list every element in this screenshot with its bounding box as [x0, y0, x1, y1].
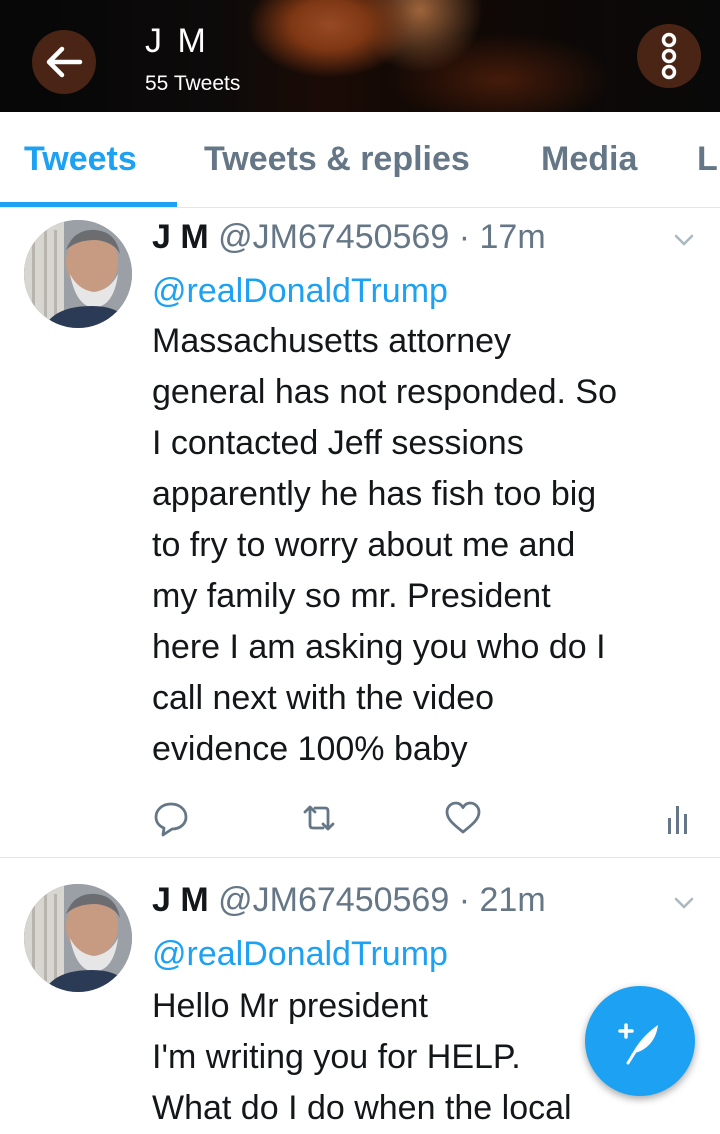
- tweet-time: 17m: [479, 218, 546, 256]
- tweet[interactable]: J M @JM67450569 · 17m @realDonaldTrump M…: [0, 208, 720, 858]
- arrow-left-icon: [46, 46, 83, 78]
- reply-icon[interactable]: [151, 798, 191, 838]
- profile-tabs: Tweets Tweets & replies Media L: [0, 112, 720, 208]
- tweet-text-line: general has not responded. So: [152, 373, 618, 411]
- tweet-text-line: Massachusetts attorney: [152, 322, 512, 360]
- chevron-down-icon[interactable]: [670, 893, 698, 913]
- tab-tweets[interactable]: Tweets: [24, 140, 137, 179]
- back-button[interactable]: [32, 30, 96, 94]
- tweet-text-line: here I am asking you who do I: [152, 628, 606, 666]
- profile-header: J M 55 Tweets: [0, 0, 720, 112]
- tweet-text-line: I contacted Jeff sessions: [152, 424, 524, 462]
- retweet-icon[interactable]: [299, 798, 339, 838]
- tweet-text-line: evidence 100% baby: [152, 730, 468, 768]
- more-options-button[interactable]: [637, 24, 701, 88]
- tab-media[interactable]: Media: [541, 140, 637, 179]
- header-separator: ·: [458, 881, 471, 919]
- compose-tweet-icon: [618, 1023, 658, 1065]
- tweet-text-line: to fry to worry about me and: [152, 526, 576, 564]
- tweet-text: Massachusetts attorney general has not r…: [152, 316, 700, 775]
- more-vertical-icon: [661, 32, 677, 80]
- tab-tweets-and-replies[interactable]: Tweets & replies: [204, 140, 470, 179]
- author-name[interactable]: J M: [152, 881, 209, 919]
- avatar-photo: [24, 220, 132, 328]
- tweet-text-line: call next with the video: [152, 679, 495, 717]
- like-icon[interactable]: [443, 798, 483, 838]
- author-handle[interactable]: @JM67450569: [218, 218, 449, 256]
- tweet-header: J M @JM67450569 · 21m: [152, 881, 546, 920]
- tweet-actions: [0, 798, 720, 838]
- header-separator: ·: [458, 218, 471, 256]
- header-banner-shade: [0, 0, 720, 112]
- tab-likes[interactable]: L: [697, 140, 718, 179]
- mention-link[interactable]: @realDonaldTrump: [152, 272, 448, 311]
- tweet-text-line: apparently he has fish too big: [152, 475, 597, 513]
- tweet-time: 21m: [479, 881, 546, 919]
- avatar[interactable]: [24, 884, 132, 992]
- compose-tweet-button[interactable]: [585, 986, 695, 1096]
- avatar[interactable]: [24, 220, 132, 328]
- tweet-count: 55 Tweets: [145, 72, 241, 95]
- avatar-photo: [24, 884, 132, 992]
- chevron-down-icon[interactable]: [670, 230, 698, 250]
- tweet-text-line: my family so mr. President: [152, 577, 551, 615]
- analytics-icon[interactable]: [658, 798, 698, 838]
- mention-link[interactable]: @realDonaldTrump: [152, 935, 448, 974]
- profile-name: J M: [145, 22, 209, 60]
- author-handle[interactable]: @JM67450569: [218, 881, 449, 919]
- tweet-header: J M @JM67450569 · 17m: [152, 218, 546, 257]
- author-name[interactable]: J M: [152, 218, 209, 256]
